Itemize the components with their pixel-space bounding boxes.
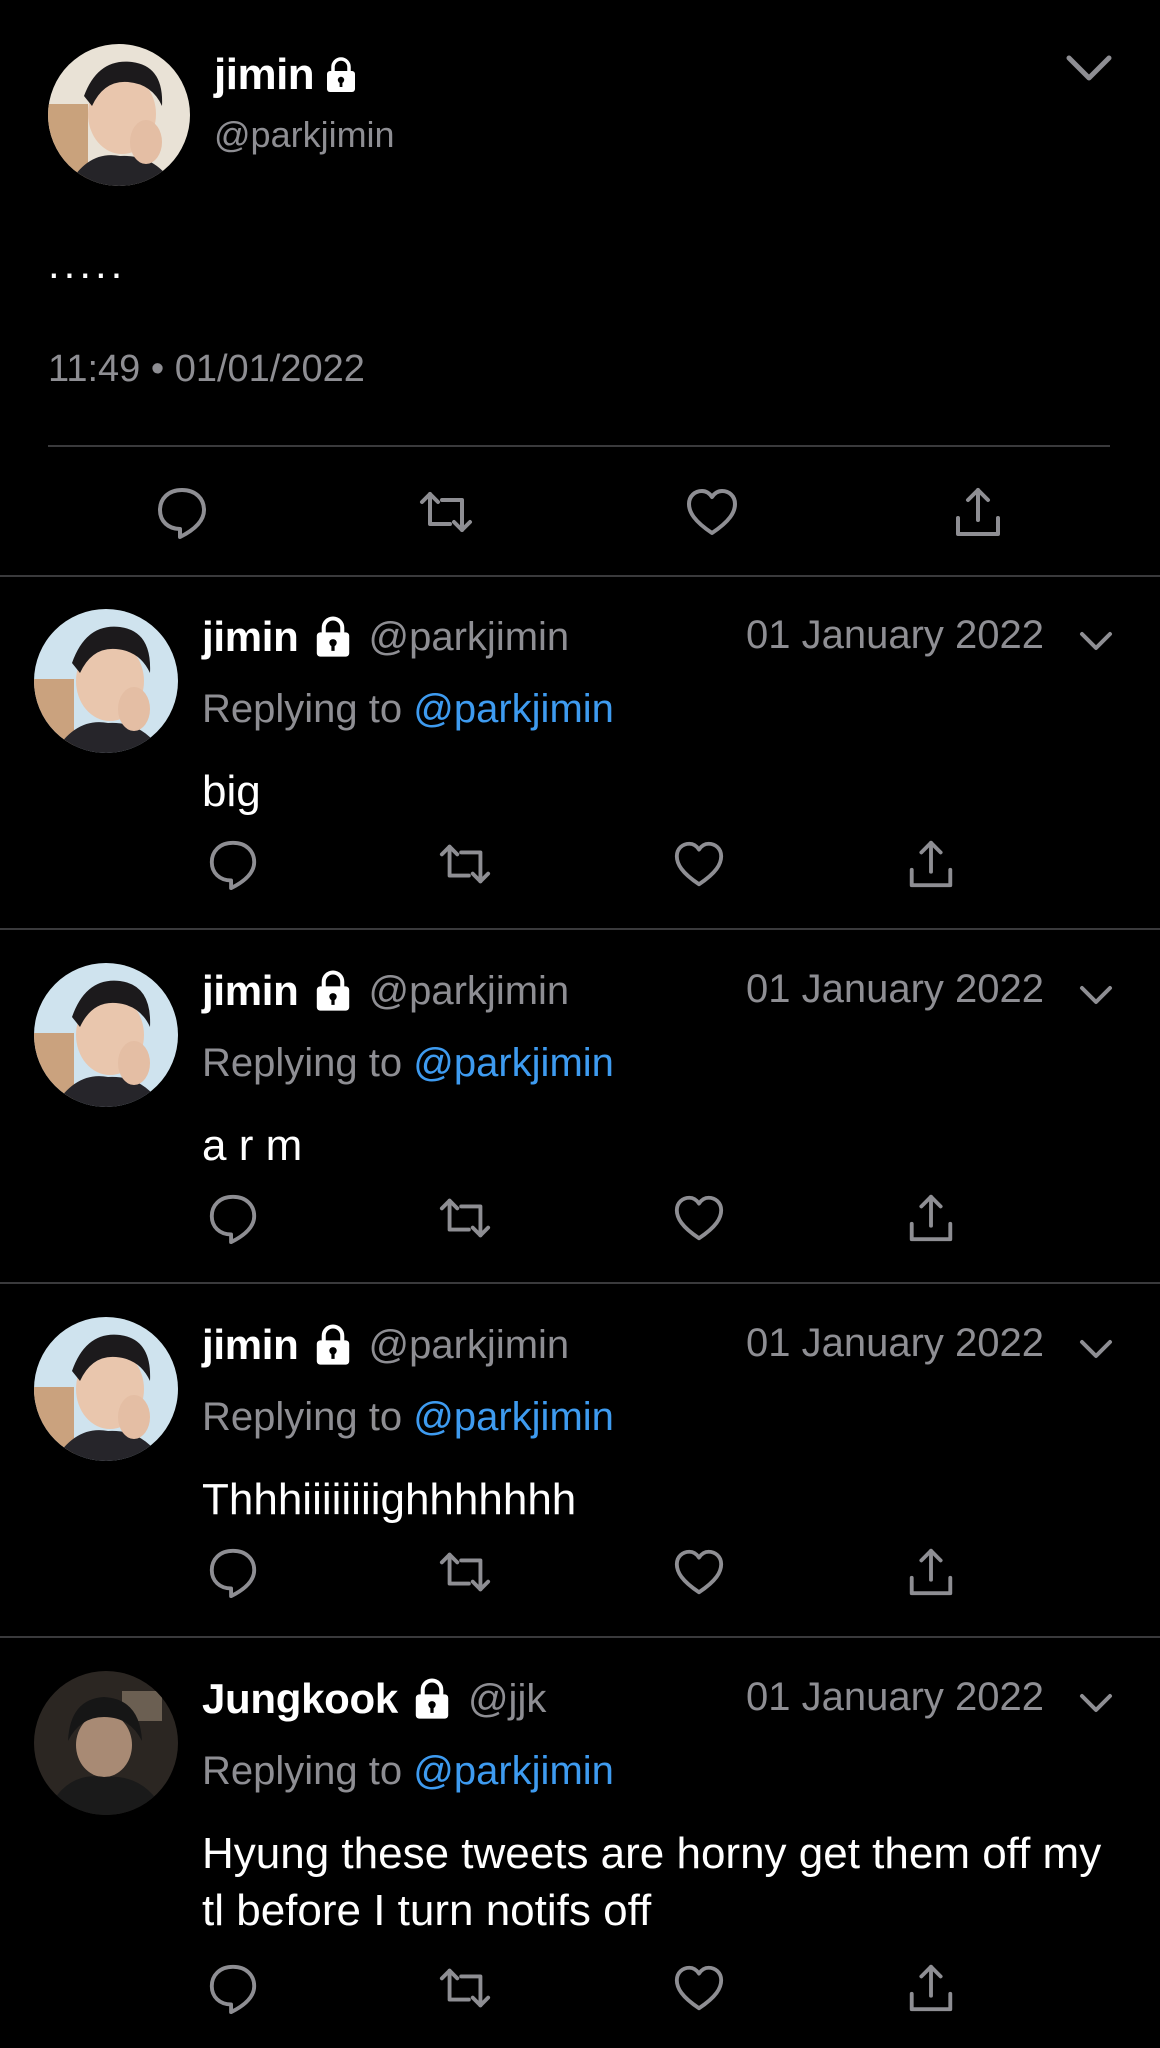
display-name[interactable]: Jungkook — [202, 1675, 398, 1723]
share-icon[interactable] — [904, 1961, 958, 2015]
chevron-down-icon[interactable] — [1078, 981, 1114, 1011]
author-row: jimin @parkjimin — [202, 1321, 569, 1369]
reply-tweet[interactable]: Jungkook @jjk 01 January 2022 Replying t… — [0, 1639, 1160, 2048]
like-icon[interactable] — [672, 837, 726, 891]
retweet-icon[interactable] — [438, 1961, 492, 2015]
tweet-text: ..... — [48, 240, 127, 287]
author-row: jimin — [214, 50, 360, 100]
like-icon[interactable] — [672, 1545, 726, 1599]
display-name[interactable]: jimin — [214, 50, 315, 100]
reply-icon[interactable] — [206, 1191, 260, 1245]
replying-label: Replying to — [202, 687, 403, 731]
replying-label: Replying to — [202, 1041, 403, 1085]
handle[interactable]: @parkjimin — [214, 114, 395, 156]
mention-link[interactable]: @parkjimin — [413, 687, 614, 731]
reply-icon[interactable] — [206, 837, 260, 891]
retweet-icon[interactable] — [438, 1191, 492, 1245]
replying-to: Replying to @parkjimin — [202, 1749, 614, 1794]
jimin-avatar[interactable] — [34, 1317, 178, 1461]
lock-icon — [311, 1323, 355, 1367]
lock-icon — [311, 615, 355, 659]
replying-label: Replying to — [202, 1395, 403, 1439]
like-icon[interactable] — [672, 1191, 726, 1245]
date: 01 January 2022 — [746, 1675, 1045, 1719]
reply-icon[interactable] — [154, 484, 210, 540]
retweet-icon[interactable] — [438, 837, 492, 891]
handle[interactable]: @parkjimin — [369, 969, 570, 1014]
author-row: jimin @parkjimin — [202, 613, 569, 661]
reply-icon[interactable] — [206, 1961, 260, 2015]
like-icon[interactable] — [684, 484, 740, 540]
tweet-text: Hyung these tweets are horny get them of… — [202, 1829, 1102, 1935]
divider — [48, 445, 1110, 447]
share-icon[interactable] — [904, 1191, 958, 1245]
share-icon[interactable] — [904, 1545, 958, 1599]
reply-tweet[interactable]: jimin @parkjimin 01 January 2022 Replyin… — [0, 1285, 1160, 1638]
retweet-icon[interactable] — [438, 1545, 492, 1599]
tweet-text: big — [202, 767, 261, 816]
chevron-down-icon[interactable] — [1064, 48, 1114, 88]
chevron-down-icon[interactable] — [1078, 1335, 1114, 1365]
jimin-avatar[interactable] — [34, 963, 178, 1107]
jimin-avatar[interactable] — [34, 609, 178, 753]
tweet-text: a r m — [202, 1121, 303, 1170]
mention-link[interactable]: @parkjimin — [413, 1395, 614, 1439]
jungkook-avatar[interactable] — [34, 1671, 178, 1815]
replying-to: Replying to @parkjimin — [202, 1395, 614, 1440]
share-icon[interactable] — [950, 484, 1006, 540]
lock-icon — [410, 1677, 454, 1721]
share-icon[interactable] — [904, 837, 958, 891]
date: 01 January 2022 — [746, 613, 1045, 657]
reply-tweet[interactable]: jimin @parkjimin 01 January 2022 Replyin… — [0, 931, 1160, 1284]
handle[interactable]: @parkjimin — [369, 615, 570, 660]
reply-tweet[interactable]: jimin @parkjimin 01 January 2022 Replyin… — [0, 577, 1160, 930]
display-name[interactable]: jimin — [202, 967, 299, 1015]
chevron-down-icon[interactable] — [1078, 627, 1114, 657]
like-icon[interactable] — [672, 1961, 726, 2015]
avatar[interactable] — [48, 44, 190, 186]
display-name[interactable]: jimin — [202, 1321, 299, 1369]
replying-to: Replying to @parkjimin — [202, 1041, 614, 1086]
chevron-down-icon[interactable] — [1078, 1689, 1114, 1719]
main-tweet: jimin @parkjimin ..... 11:49 • 01/01/202… — [0, 0, 1160, 577]
handle[interactable]: @jjk — [468, 1677, 546, 1722]
mention-link[interactable]: @parkjimin — [413, 1749, 614, 1793]
lock-icon — [311, 969, 355, 1013]
date: 01 January 2022 — [746, 967, 1045, 1011]
author-row: Jungkook @jjk — [202, 1675, 546, 1723]
date: 01 January 2022 — [746, 1321, 1045, 1365]
author-row: jimin @parkjimin — [202, 967, 569, 1015]
replying-label: Replying to — [202, 1749, 403, 1793]
display-name[interactable]: jimin — [202, 613, 299, 661]
replying-to: Replying to @parkjimin — [202, 687, 614, 732]
lock-icon — [322, 56, 360, 94]
mention-link[interactable]: @parkjimin — [413, 1041, 614, 1085]
timestamp: 11:49 • 01/01/2022 — [48, 348, 365, 390]
tweet-text: Thhhiiiiiiiighhhhhhh — [202, 1475, 577, 1524]
reply-icon[interactable] — [206, 1545, 260, 1599]
retweet-icon[interactable] — [418, 484, 474, 540]
handle[interactable]: @parkjimin — [369, 1323, 570, 1368]
